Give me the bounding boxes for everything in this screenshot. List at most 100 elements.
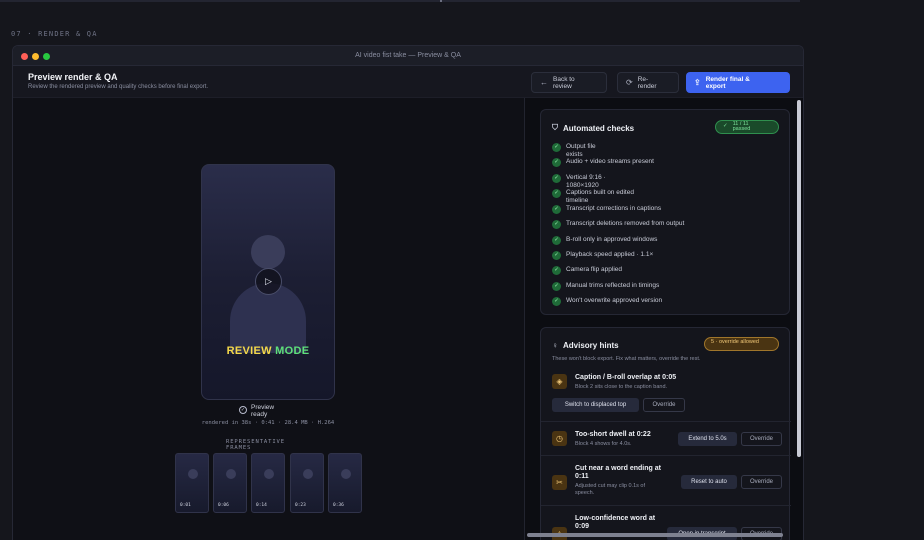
frame-thumbnail[interactable]: 0:36	[328, 453, 362, 513]
hint-override-button[interactable]: Override	[643, 398, 685, 412]
render-final-button[interactable]: ⇪ Render final & export	[686, 72, 790, 93]
frame-time: 0:06	[218, 503, 229, 508]
rerender-button[interactable]: ⟳ Re-render	[617, 72, 679, 93]
review-mode-overlay: REVIEW MODE	[202, 345, 334, 357]
preview-ready-label: Preview ready	[251, 404, 275, 418]
check-icon: ✓	[552, 220, 561, 229]
check-icon: ✓	[552, 297, 561, 306]
hint-description: Block 2 sits close to the caption band.	[575, 384, 668, 390]
hint-title: Cut near a word ending at 0:11	[575, 465, 661, 480]
check-label: Output file exists	[566, 143, 596, 158]
check-icon: ✓	[552, 205, 561, 214]
check-icon: ✓	[552, 251, 561, 260]
frame-time: 0:01	[180, 503, 191, 508]
vertical-scrollbar[interactable]	[797, 100, 801, 457]
frame-thumbnail[interactable]: 0:01	[175, 453, 209, 513]
top-divider	[0, 0, 800, 2]
hint-fix-button[interactable]: Reset to auto	[681, 475, 737, 489]
check-item: ✓ Audio + video streams present	[552, 158, 654, 167]
title-bar: AI video fist take — Preview & QA	[13, 46, 803, 66]
frame-time: 0:23	[295, 503, 306, 508]
upload-icon: ⇪	[694, 78, 701, 87]
check-item: ✓ Camera flip applied	[552, 266, 622, 275]
advisory-hints-card: ♀ Advisory hints 5 · override allowed Th…	[540, 327, 791, 540]
preview-ready-status: ✓ Preview ready	[239, 404, 281, 418]
check-icon: ✓	[723, 123, 728, 130]
check-icon: ✓	[552, 282, 561, 291]
representative-frames-label: REPRESENTATIVE FRAMES	[226, 439, 285, 451]
hint-title: Too-short dwell at 0:22	[575, 431, 651, 438]
page-subtitle: Review the rendered preview and quality …	[28, 84, 209, 90]
checks-passed-badge: ✓ 11 / 11 passed	[715, 120, 779, 134]
frame-subject	[341, 469, 351, 479]
advisory-hints-title: ♀ Advisory hints	[552, 341, 619, 350]
hint-title: Caption / B-roll overlap at 0:05	[575, 374, 677, 381]
hint-override-button[interactable]: Override	[741, 475, 782, 489]
shield-check-icon: ⛉	[552, 123, 558, 132]
overlay-word-mode: MODE	[275, 345, 310, 357]
check-icon: ✓	[552, 158, 561, 167]
hint-title: Low-confidence word at 0:09	[575, 515, 656, 530]
section-label: 07 · RENDER & QA	[11, 30, 98, 38]
check-label: Vertical 9:16 · 1080×1920	[566, 174, 606, 189]
play-icon[interactable]: ▷	[255, 268, 282, 295]
check-item: ✓ Transcript corrections in captions	[552, 205, 661, 214]
frame-thumbnail[interactable]: 0:06	[213, 453, 247, 513]
rerender-label: Re-render	[637, 75, 657, 90]
hint-fix-button[interactable]: Switch to displaced top	[552, 398, 639, 412]
hint-divider	[541, 455, 791, 456]
hint-description: Adjusted cut may clip 0.1s of speech.	[575, 483, 646, 496]
back-to-review-label: Back to review	[553, 75, 575, 90]
check-item: ✓ Manual trims reflected in timings	[552, 282, 659, 291]
hint-override-button[interactable]: Override	[741, 432, 782, 446]
check-label: Won't overwrite approved version	[566, 297, 663, 304]
frame-time: 0:14	[256, 503, 267, 508]
check-icon: ✓	[552, 189, 561, 198]
window-title: AI video fist take — Preview & QA	[355, 52, 461, 59]
hint-fix-button[interactable]: Extend to 5.0s	[678, 432, 737, 446]
automated-checks-title: ⛉ Automated checks	[552, 123, 634, 133]
render-final-label: Render final & export	[705, 75, 750, 90]
scissors-icon: ✂	[552, 475, 567, 490]
checks-passed-label: 11 / 11 passed	[732, 120, 751, 132]
check-item: ✓ Captions built on edited timeline	[552, 189, 654, 204]
hint-divider	[541, 505, 791, 506]
check-icon: ✓	[552, 143, 561, 152]
check-item: ✓ B-roll only in approved windows	[552, 236, 657, 245]
frame-subject	[188, 469, 198, 479]
check-item: ✓ Playback speed applied · 1.1×	[552, 251, 654, 260]
page-header: Preview render & QA Review the rendered …	[13, 66, 803, 98]
check-label: B-roll only in approved windows	[566, 236, 658, 243]
lightbulb-icon: ♀	[552, 341, 558, 350]
check-icon: ✓	[552, 174, 561, 183]
check-label: Captions built on edited timeline	[566, 189, 634, 204]
frame-subject	[226, 469, 236, 479]
check-icon: ✓	[552, 236, 561, 245]
arrow-left-icon: ←	[540, 78, 548, 87]
frame-thumbnail[interactable]: 0:14	[251, 453, 285, 513]
hint-divider	[541, 421, 791, 422]
video-preview[interactable]: ▷ REVIEW MODE	[201, 164, 335, 400]
override-allowed-badge: 5 · override allowed	[704, 337, 779, 351]
automated-checks-card: ⛉ Automated checks ✓ 11 / 11 passed ✓ Out…	[540, 109, 790, 315]
frame-thumbnail[interactable]: 0:23	[290, 453, 324, 513]
check-label: Manual trims reflected in timings	[566, 282, 660, 289]
preview-pane: ▷ REVIEW MODE ✓ Preview ready rendered i…	[13, 98, 524, 540]
horizontal-scrollbar[interactable]	[527, 533, 783, 537]
frame-time: 0:36	[333, 503, 344, 508]
render-meta: rendered in 38s · 0:41 · 28.4 MB · H.264	[201, 420, 335, 426]
check-item: ✓ Won't overwrite approved version	[552, 297, 662, 306]
advisory-hints-subtitle: These won't block export. Fix what matte…	[552, 356, 701, 362]
check-label: Transcript corrections in captions	[566, 205, 662, 212]
check-circle-icon: ✓	[239, 406, 247, 414]
refresh-icon: ⟳	[626, 78, 633, 87]
check-item: ✓ Transcript deletions removed from outpu…	[552, 220, 684, 229]
check-item: ✓ Output file exists	[552, 143, 608, 158]
frame-subject	[303, 469, 313, 479]
qa-panel: ⛉ Automated checks ✓ 11 / 11 passed ✓ Out…	[524, 98, 803, 540]
top-marker	[440, 0, 442, 2]
back-to-review-button[interactable]: ← Back to review	[531, 72, 607, 93]
check-label: Playback speed applied · 1.1×	[566, 251, 654, 258]
check-label: Transcript deletions removed from output	[566, 220, 685, 227]
timer-icon: ◷	[552, 431, 567, 446]
